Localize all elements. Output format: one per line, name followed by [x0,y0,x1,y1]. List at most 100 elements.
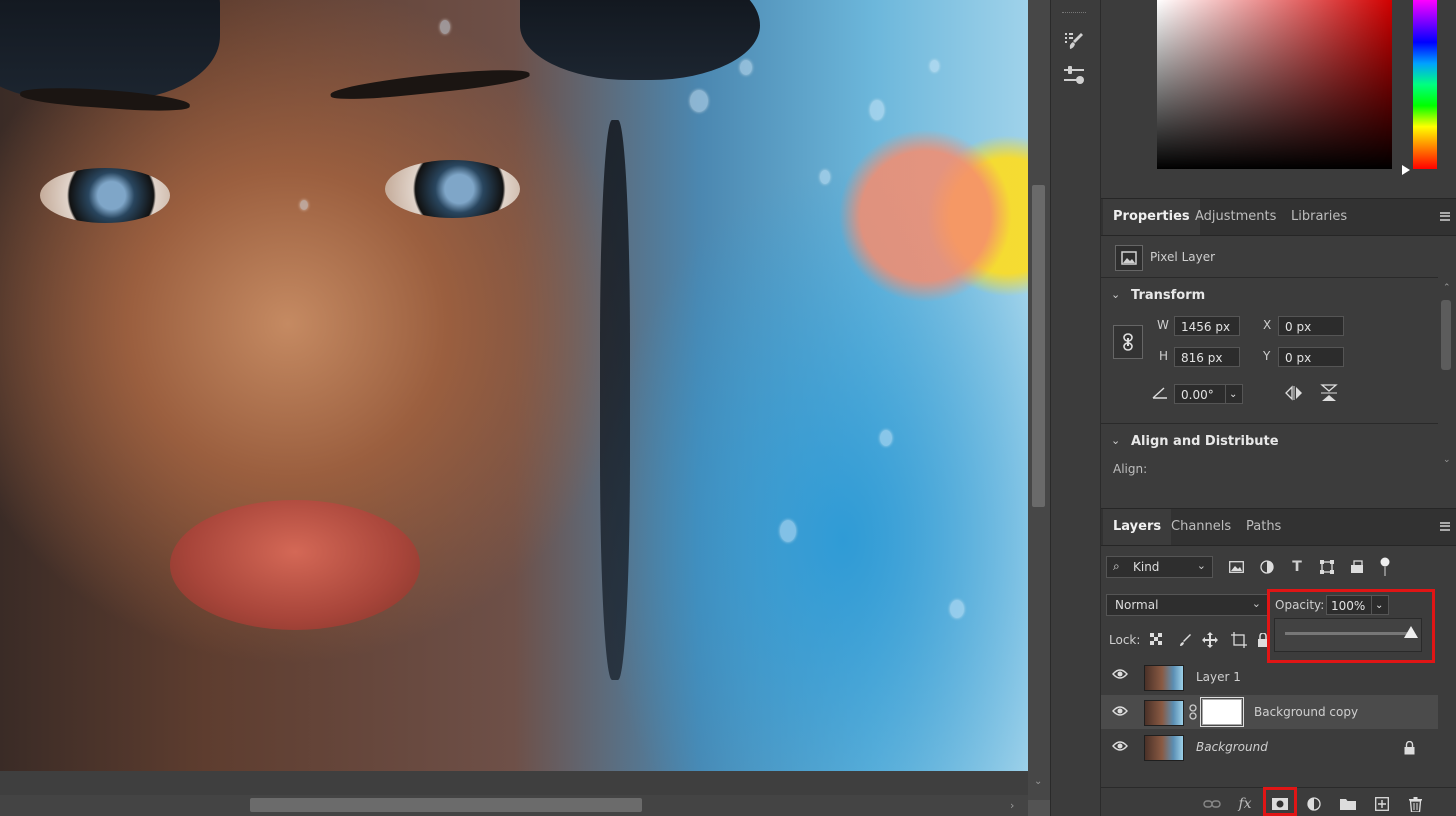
water-drop [820,170,830,184]
x-label: X [1263,318,1272,332]
scroll-down-arrow-icon[interactable]: ⌄ [1034,776,1042,787]
brush-presets-icon[interactable] [1058,27,1090,55]
color-picker-field[interactable] [1157,0,1392,169]
filter-smart-object-icon[interactable] [1347,558,1367,576]
layers-scrollbar[interactable] [1438,660,1452,765]
height-label: H [1159,349,1169,363]
filter-adjustment-icon[interactable] [1257,558,1277,576]
layer-type-label: Pixel Layer [1150,250,1216,264]
add-mask-highlight-box [1263,787,1297,816]
angle-field[interactable]: 0.00° [1174,384,1226,404]
visibility-eye-icon[interactable] [1112,740,1128,756]
layer-name[interactable]: Background [1196,740,1268,754]
left-eye [40,168,170,223]
link-dimensions-icon[interactable] [1113,325,1143,359]
document-canvas[interactable] [0,0,1028,771]
align-section-title[interactable]: Align and Distribute [1131,434,1279,449]
hair-region-right [520,0,760,80]
water-drop [870,100,884,120]
layers-tab-bar: Layers Channels Paths [1101,508,1456,546]
height-field[interactable]: 816 px [1174,347,1240,367]
delete-layer-trash-icon[interactable] [1405,795,1425,813]
water-drop [880,430,892,446]
lock-artboard-icon[interactable] [1229,631,1249,649]
water-drop [780,520,796,542]
lock-position-icon[interactable] [1200,631,1220,649]
scroll-right-arrow-icon[interactable]: › [1010,799,1014,812]
filter-type-icon[interactable]: T [1287,558,1307,576]
visibility-eye-icon[interactable] [1112,668,1128,684]
water-drop [950,600,964,618]
properties-panel-menu-icon[interactable] [1440,212,1450,221]
layer-name[interactable]: Background copy [1254,705,1358,719]
new-layer-icon[interactable] [1372,795,1392,813]
properties-scroll-up-icon[interactable]: ⌃ [1443,283,1451,293]
properties-scrollbar-thumb[interactable] [1441,300,1451,370]
lock-label: Lock: [1109,633,1141,647]
filter-kind-label: Kind [1133,560,1160,574]
properties-tab-bar: Properties Adjustments Libraries [1101,198,1456,236]
transform-section-title[interactable]: Transform [1131,288,1205,303]
strip-grip [1062,12,1086,15]
hue-slider[interactable] [1413,0,1437,169]
transform-collapse-chevron-icon[interactable]: ⌄ [1111,288,1120,301]
layer-row-background[interactable]: Background [1101,730,1438,764]
right-eyebrow [329,64,531,104]
vertical-scrollbar-thumb[interactable] [1032,185,1045,507]
lock-image-pixels-icon[interactable] [1175,631,1195,649]
new-adjustment-layer-icon[interactable] [1304,795,1324,813]
lock-transparent-pixels-icon[interactable] [1147,631,1167,649]
pixel-layer-icon [1115,245,1143,271]
filter-shape-icon[interactable] [1317,558,1337,576]
hue-slider-marker-icon[interactable] [1402,165,1410,175]
layer-thumbnail [1144,735,1184,761]
link-layers-icon[interactable] [1202,795,1222,813]
blend-mode-select[interactable]: Normal ⌄ [1106,594,1268,616]
visibility-eye-icon[interactable] [1112,705,1128,721]
filter-pixel-icon[interactable] [1226,558,1246,576]
mask-link-chain-icon[interactable] [1188,704,1198,724]
y-position-field[interactable]: 0 px [1278,347,1344,367]
width-label: W [1157,318,1169,332]
flip-horizontal-icon[interactable] [1283,383,1305,403]
blend-mode-value: Normal [1115,598,1159,612]
flip-vertical-icon[interactable] [1318,383,1340,403]
layer-thumbnail [1144,665,1184,691]
water-drop [740,60,752,75]
align-label: Align: [1113,462,1148,476]
angle-icon [1150,384,1170,402]
angle-dropdown-chevron-icon[interactable]: ⌄ [1225,384,1243,404]
water-drop [930,60,939,72]
layer-mask-thumbnail[interactable] [1200,697,1244,727]
new-group-folder-icon[interactable] [1338,795,1358,813]
divider [1101,423,1438,424]
tab-adjustments[interactable]: Adjustments [1185,199,1286,235]
horizontal-scrollbar-thumb[interactable] [250,798,642,812]
filter-toggle-icon[interactable] [1375,556,1395,578]
tab-libraries[interactable]: Libraries [1281,199,1357,235]
layer-filter-select[interactable]: ⌕ Kind ⌄ [1106,556,1213,578]
opacity-highlight-box [1267,589,1435,663]
lips [170,500,420,630]
layer-lock-icon[interactable] [1404,740,1415,759]
layer-name[interactable]: Layer 1 [1196,670,1241,684]
layers-panel-menu-icon[interactable] [1440,522,1450,531]
x-position-field[interactable]: 0 px [1278,316,1344,336]
properties-scroll-down-icon[interactable]: ⌄ [1443,455,1451,465]
layer-row-background-copy[interactable]: Background copy [1101,695,1438,729]
layer-thumbnail [1144,700,1184,726]
hair-region [0,0,220,100]
y-label: Y [1263,349,1271,363]
tab-paths[interactable]: Paths [1236,509,1291,545]
layer-row-layer-1[interactable]: Layer 1 [1101,660,1438,694]
width-field[interactable]: 1456 px [1174,316,1240,336]
tab-channels[interactable]: Channels [1161,509,1241,545]
adjustment-sliders-icon[interactable] [1058,62,1090,90]
align-collapse-chevron-icon[interactable]: ⌄ [1111,434,1120,447]
panel-icon-strip [1050,0,1101,816]
right-eye [385,160,520,218]
divider [1101,277,1438,278]
water-drop [690,90,708,112]
hair-strand [600,120,630,680]
layer-effects-icon[interactable]: fx [1235,795,1255,813]
